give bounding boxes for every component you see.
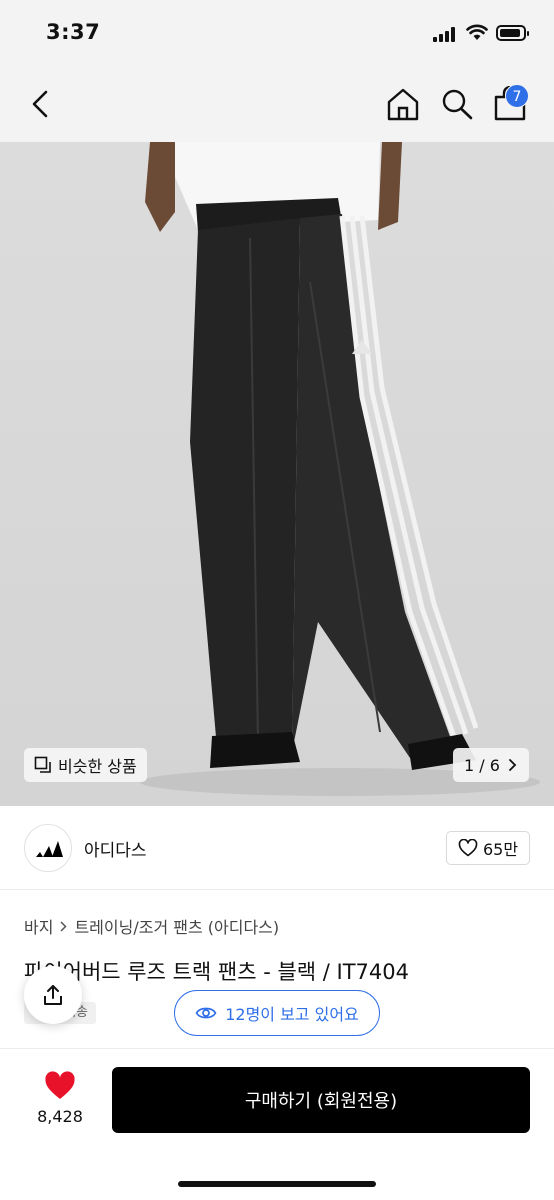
- brand-like-count: 65만: [482, 840, 519, 859]
- chevron-right-icon: [509, 759, 517, 771]
- cellular-signal-icon: [433, 27, 457, 42]
- brand-row[interactable]: 아디다스 65만: [0, 806, 554, 890]
- adidas-logo-icon: [36, 841, 63, 857]
- breadcrumb-item[interactable]: 바지: [24, 914, 53, 938]
- image-page-text: 1 / 6: [464, 756, 500, 775]
- heart-outline-icon: [458, 839, 478, 857]
- status-time: 3:37: [46, 20, 101, 44]
- brand-name[interactable]: 아디다스: [84, 836, 147, 861]
- similar-items-icon: [34, 756, 51, 773]
- product-title: 파이어버드 루즈 트랙 팬츠 - 블랙 / IT7404: [24, 960, 410, 984]
- brand-logo[interactable]: [24, 824, 72, 872]
- top-nav: [0, 66, 554, 142]
- product-image[interactable]: 비슷한 상품 1 / 6: [0, 142, 554, 806]
- share-button[interactable]: [24, 966, 82, 1024]
- breadcrumb-item[interactable]: 트레이닝/조거 팬츠 (아디다스): [74, 914, 279, 938]
- similar-products-label: 비슷한 상품: [58, 757, 137, 776]
- brand-like-button[interactable]: 65만: [446, 831, 530, 865]
- back-chevron-icon[interactable]: [26, 86, 58, 122]
- wifi-icon: [466, 24, 488, 40]
- similar-products-button[interactable]: 비슷한 상품: [24, 748, 147, 782]
- bottom-purchase-bar: 8,428 구매하기 (회원전용): [0, 1048, 554, 1200]
- image-page-total: 6: [489, 755, 500, 775]
- home-indicator: [178, 1181, 376, 1187]
- pants-photo: [140, 142, 540, 796]
- breadcrumb-chevron-icon: [60, 920, 68, 932]
- image-page-indicator[interactable]: 1 / 6: [453, 748, 529, 782]
- cart-count-badge: 7: [505, 84, 529, 108]
- viewers-count-pill: 12명이 보고 있어요: [174, 990, 380, 1036]
- buy-button[interactable]: 구매하기 (회원전용): [112, 1067, 530, 1133]
- home-icon[interactable]: [386, 86, 420, 122]
- status-bar: 3:37: [0, 0, 554, 66]
- viewers-count-label: 12명이 보고 있어요: [225, 1005, 359, 1024]
- battery-icon: [496, 25, 529, 41]
- eye-icon: [195, 1007, 217, 1019]
- share-icon: [44, 985, 62, 1005]
- heart-filled-icon[interactable]: [44, 1071, 76, 1101]
- search-icon[interactable]: [440, 86, 474, 122]
- image-page-separator: /: [479, 755, 485, 775]
- image-page-current: 1: [464, 755, 475, 775]
- wish-count: 8,428: [37, 1107, 83, 1126]
- breadcrumb: 바지 트레이닝/조거 팬츠 (아디다스): [24, 914, 279, 938]
